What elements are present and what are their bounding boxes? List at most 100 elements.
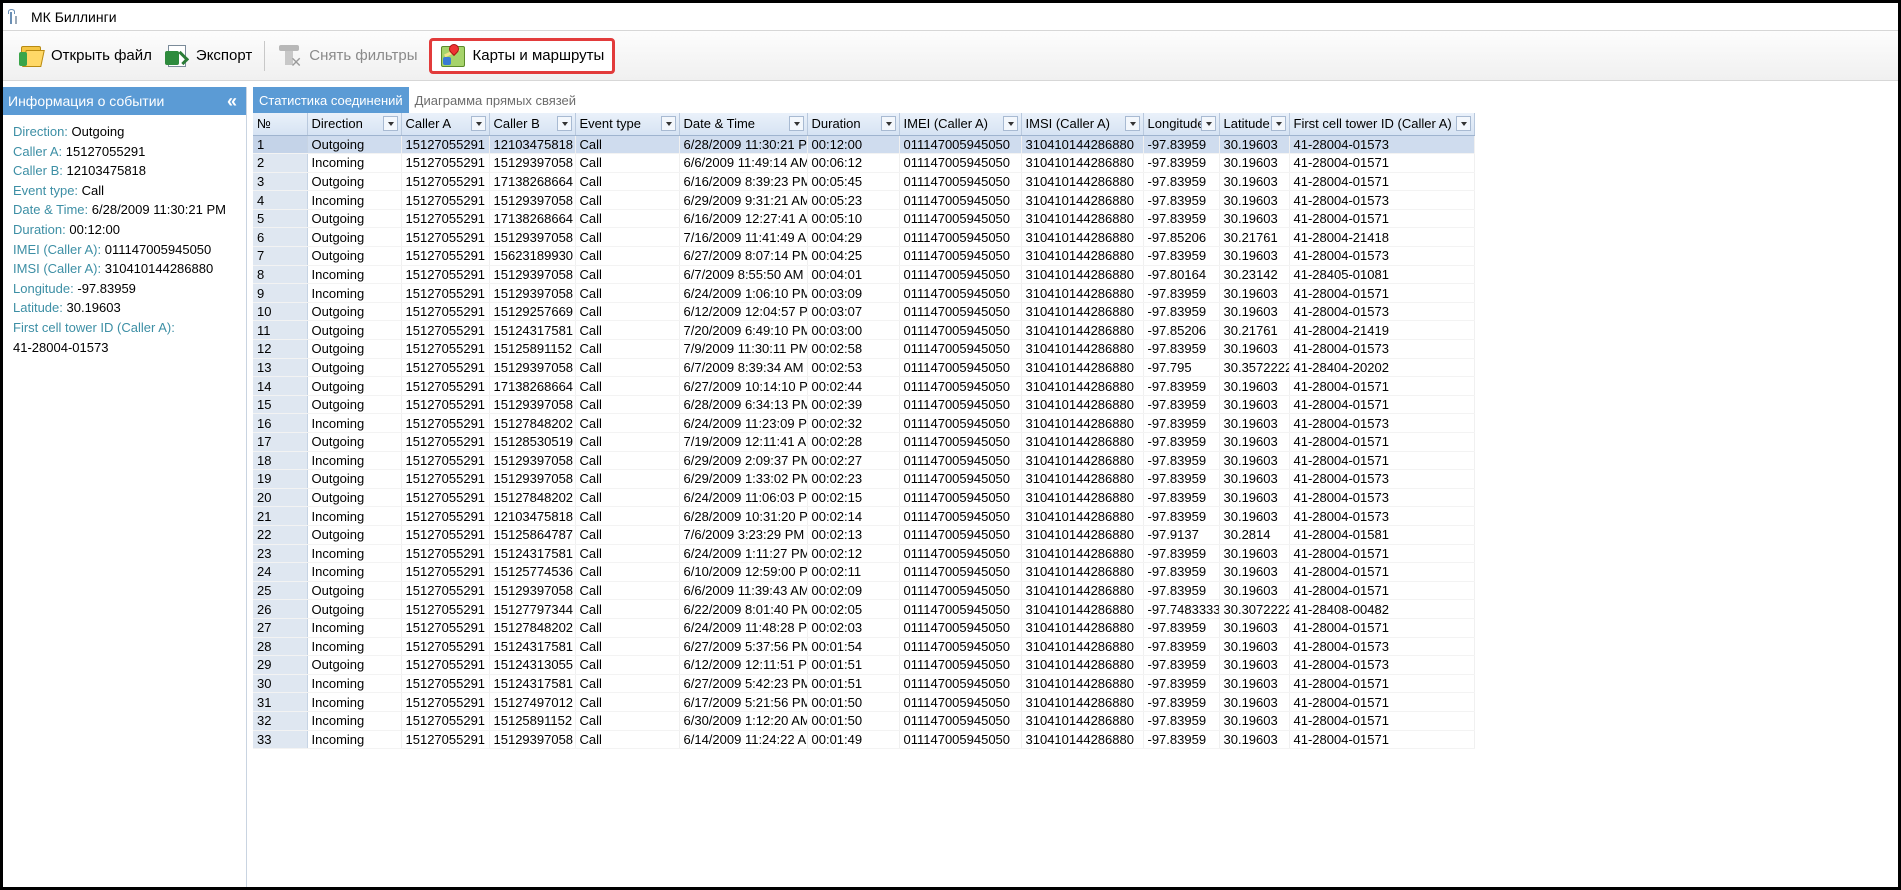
table-row[interactable]: 12 Outgoing 15127055291 15125891152 Call 7/9/…: [253, 339, 1475, 359]
table-cell[interactable]: 15129397058: [489, 469, 576, 489]
table-cell[interactable]: -97.83959: [1143, 618, 1220, 638]
table-cell[interactable]: 30.19603: [1219, 153, 1290, 173]
table-row[interactable]: 20 Outgoing 15127055291 15127848202 Call 6/24…: [253, 488, 1475, 508]
table-cell[interactable]: Call: [575, 730, 680, 750]
table-cell[interactable]: 00:02:39: [807, 395, 900, 415]
table-cell[interactable]: 011147005945050: [899, 488, 1022, 508]
table-cell[interactable]: 30.19603: [1219, 692, 1290, 712]
table-cell[interactable]: 25: [253, 581, 308, 601]
table-cell[interactable]: 15127055291: [401, 730, 490, 750]
table-cell[interactable]: 6/14/2009 11:24:22 AM: [679, 730, 808, 750]
table-cell[interactable]: 41-28004-01573: [1289, 339, 1475, 359]
table-cell[interactable]: Incoming: [307, 265, 402, 285]
table-cell[interactable]: Incoming: [307, 730, 402, 750]
table-cell[interactable]: 41-28004-01573: [1289, 413, 1475, 433]
table-cell[interactable]: -97.83959: [1143, 209, 1220, 229]
table-cell[interactable]: 6/29/2009 9:31:21 AM: [679, 190, 808, 210]
table-cell[interactable]: 30.19603: [1219, 135, 1290, 155]
table-cell[interactable]: 6: [253, 227, 308, 248]
table-cell[interactable]: Outgoing: [307, 395, 402, 415]
table-cell[interactable]: Call: [575, 283, 680, 303]
table-cell[interactable]: -97.83959: [1143, 153, 1220, 173]
table-cell[interactable]: 310410144286880: [1021, 711, 1144, 731]
table-cell[interactable]: -97.83959: [1143, 246, 1220, 266]
table-cell[interactable]: 6/7/2009 8:55:50 AM: [679, 265, 808, 285]
table-cell[interactable]: 310410144286880: [1021, 674, 1144, 694]
table-cell[interactable]: 15127055291: [401, 320, 490, 341]
table-cell[interactable]: 011147005945050: [899, 376, 1022, 396]
table-cell[interactable]: 011147005945050: [899, 581, 1022, 601]
table-cell[interactable]: 011147005945050: [899, 525, 1022, 545]
filter-dropdown-icon[interactable]: [788, 116, 804, 131]
table-cell[interactable]: 15129397058: [489, 265, 576, 285]
table-cell[interactable]: Call: [575, 692, 680, 712]
table-cell[interactable]: 011147005945050: [899, 506, 1022, 526]
table-cell[interactable]: 00:02:15: [807, 488, 900, 508]
table-cell[interactable]: 41-28004-01571: [1289, 376, 1475, 396]
table-cell[interactable]: 00:02:13: [807, 525, 900, 545]
table-cell[interactable]: 011147005945050: [899, 283, 1022, 303]
table-cell[interactable]: 15127055291: [401, 209, 490, 229]
table-cell[interactable]: 19: [253, 469, 308, 489]
table-cell[interactable]: Outgoing: [307, 246, 402, 266]
table-cell[interactable]: Outgoing: [307, 655, 402, 675]
table-cell[interactable]: -97.83959: [1143, 469, 1220, 489]
table-row[interactable]: 26 Outgoing 15127055291 15127797344 Call 6/22…: [253, 599, 1475, 619]
table-cell[interactable]: 12: [253, 339, 308, 359]
table-cell[interactable]: 41-28004-01581: [1289, 525, 1475, 545]
table-cell[interactable]: Call: [575, 432, 680, 452]
table-cell[interactable]: 15127055291: [401, 432, 490, 452]
table-cell[interactable]: 310410144286880: [1021, 339, 1144, 359]
table-cell[interactable]: -97.83959: [1143, 302, 1220, 322]
column-header[interactable]: Caller A: [401, 113, 490, 136]
column-header[interactable]: IMSI (Caller A): [1021, 113, 1144, 136]
table-cell[interactable]: Incoming: [307, 190, 402, 210]
table-cell[interactable]: 7/6/2009 3:23:29 PM: [679, 525, 808, 545]
table-cell[interactable]: 41-28004-01573: [1289, 637, 1475, 657]
column-header[interactable]: Duration: [807, 113, 900, 136]
table-cell[interactable]: Call: [575, 153, 680, 173]
table-cell[interactable]: 16: [253, 413, 308, 433]
table-cell[interactable]: 00:06:12: [807, 153, 900, 173]
table-cell[interactable]: 7/20/2009 6:49:10 PM: [679, 320, 808, 341]
table-cell[interactable]: 00:01:51: [807, 674, 900, 694]
table-cell[interactable]: 33: [253, 730, 308, 750]
table-cell[interactable]: 30.19603: [1219, 172, 1290, 192]
table-cell[interactable]: Call: [575, 339, 680, 359]
table-cell[interactable]: 41-28004-01571: [1289, 562, 1475, 582]
table-cell[interactable]: 9: [253, 283, 308, 303]
export-button[interactable]: Экспорт: [158, 38, 258, 74]
table-cell[interactable]: 30.19603: [1219, 432, 1290, 452]
table-cell[interactable]: 00:05:10: [807, 209, 900, 229]
table-cell[interactable]: -97.795: [1143, 358, 1220, 378]
table-cell[interactable]: 30.19603: [1219, 562, 1290, 582]
table-cell[interactable]: 310410144286880: [1021, 227, 1144, 248]
table-cell[interactable]: 15129397058: [489, 227, 576, 248]
table-cell[interactable]: 15129397058: [489, 451, 576, 471]
table-cell[interactable]: 011147005945050: [899, 599, 1022, 619]
table-cell[interactable]: 15125864787: [489, 525, 576, 545]
open-file-button[interactable]: Открыть файл: [13, 38, 158, 74]
table-cell[interactable]: Call: [575, 190, 680, 210]
table-cell[interactable]: 15125774536: [489, 562, 576, 582]
table-cell[interactable]: 15127848202: [489, 618, 576, 638]
table-cell[interactable]: 41-28004-01573: [1289, 246, 1475, 266]
table-cell[interactable]: 30.21761: [1219, 227, 1290, 248]
table-row[interactable]: 24 Incoming 15127055291 15125774536 Call 6/10…: [253, 562, 1475, 582]
table-cell[interactable]: 15127055291: [401, 265, 490, 285]
table-cell[interactable]: 30.19603: [1219, 655, 1290, 675]
table-cell[interactable]: 00:02:27: [807, 451, 900, 471]
table-cell[interactable]: 00:01:50: [807, 692, 900, 712]
table-cell[interactable]: 011147005945050: [899, 655, 1022, 675]
table-cell[interactable]: 30.19603: [1219, 451, 1290, 471]
table-cell[interactable]: Call: [575, 451, 680, 471]
table-row[interactable]: 4 Incoming 15127055291 15129397058 Call 6/29/…: [253, 190, 1475, 210]
table-cell[interactable]: Call: [575, 302, 680, 322]
table-cell[interactable]: 17138268664: [489, 172, 576, 192]
table-cell[interactable]: 00:01:51: [807, 655, 900, 675]
table-cell[interactable]: 00:02:44: [807, 376, 900, 396]
table-row[interactable]: 29 Outgoing 15127055291 15124313055 Call 6/12…: [253, 655, 1475, 675]
table-cell[interactable]: 4: [253, 190, 308, 210]
table-cell[interactable]: Call: [575, 209, 680, 229]
table-cell[interactable]: 15128530519: [489, 432, 576, 452]
